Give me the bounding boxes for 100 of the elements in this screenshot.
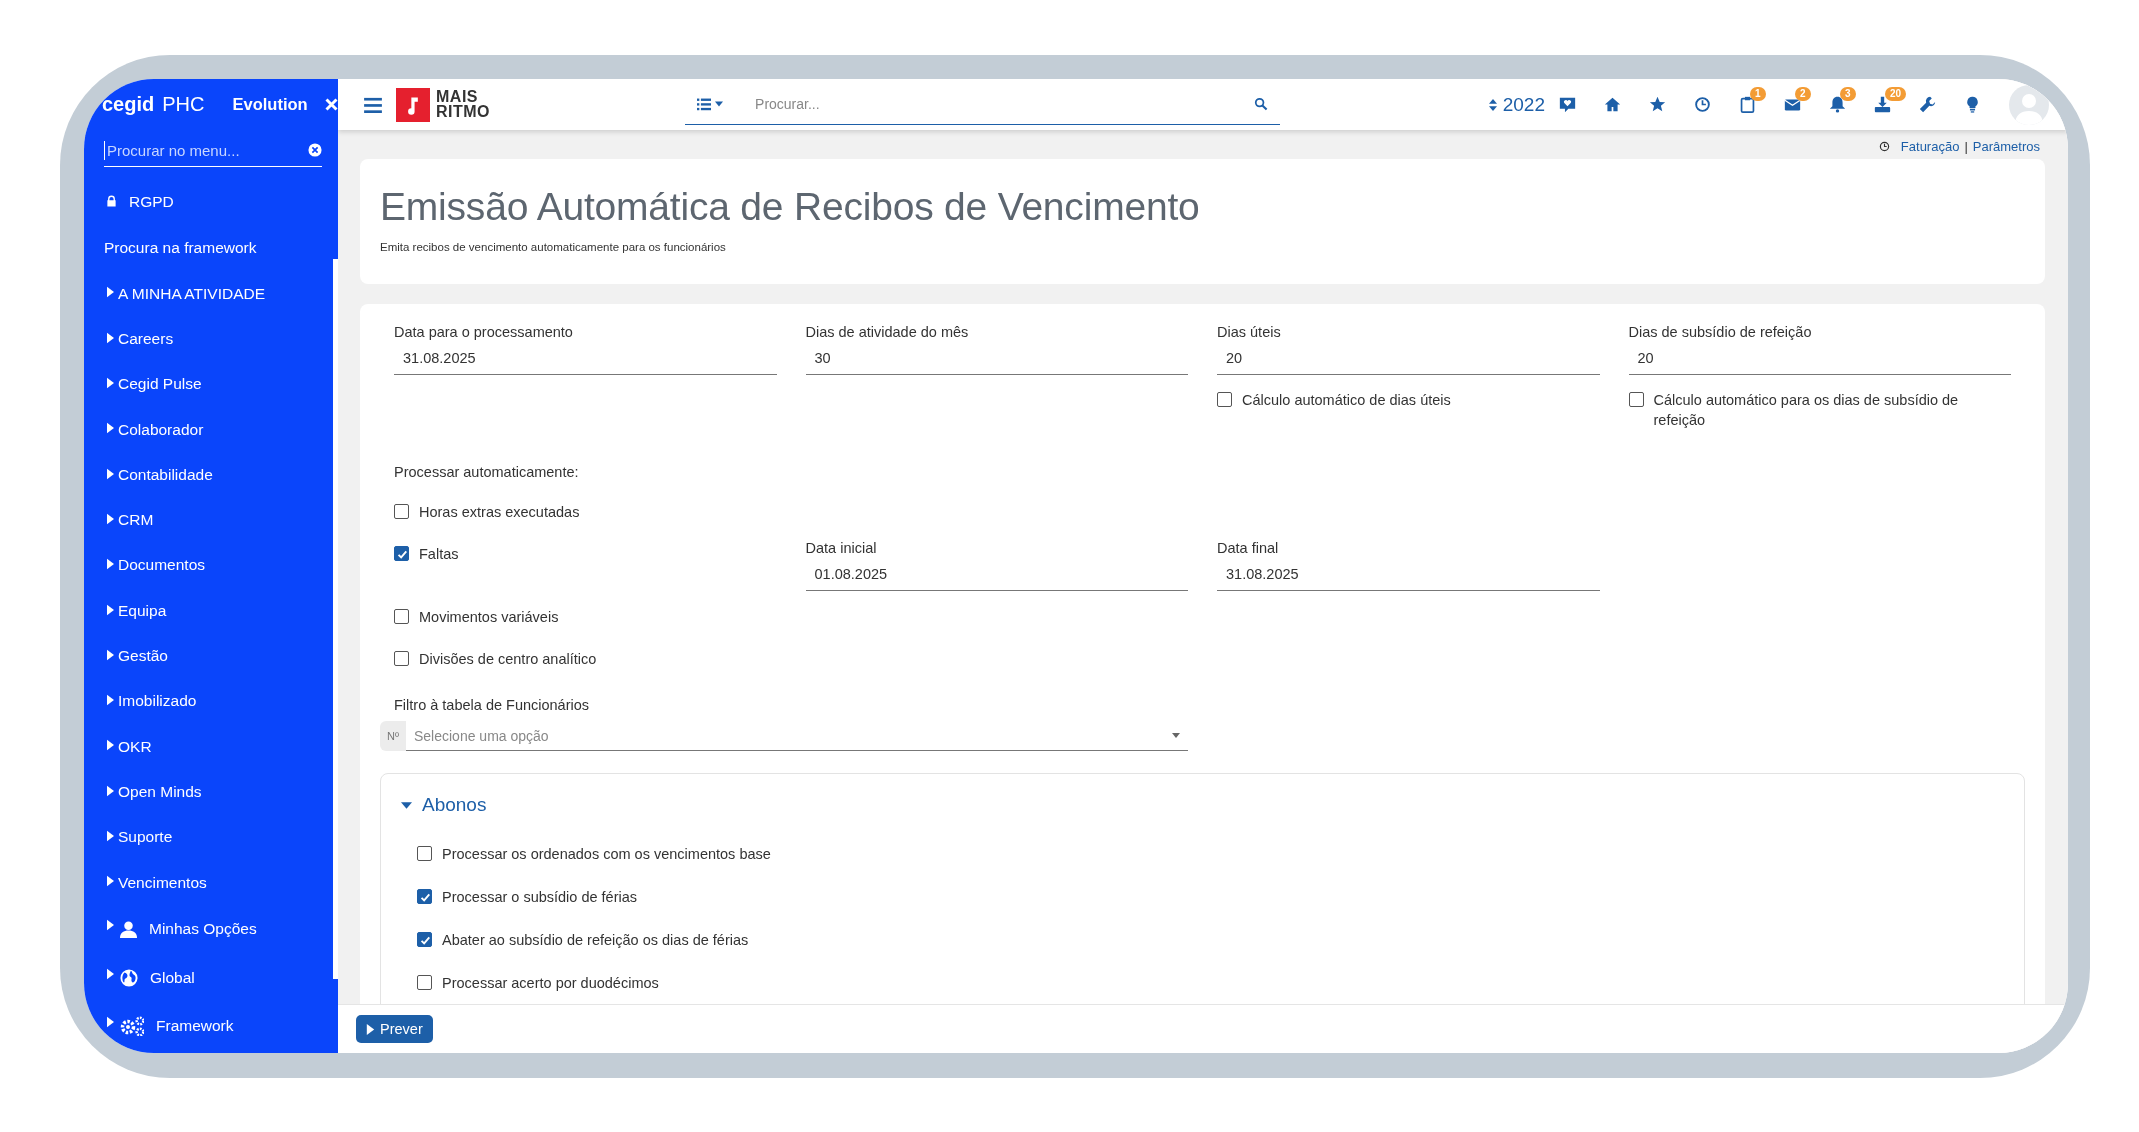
page-title: Emissão Automática de Recibos de Vencimento — [380, 185, 1201, 229]
caret-icon — [107, 694, 114, 707]
menu-item[interactable]: OKR — [118, 738, 152, 755]
caret-icon — [107, 286, 114, 299]
menu-icon — [364, 96, 382, 113]
menu-item[interactable]: Minhas Opções — [149, 921, 257, 937]
text-field[interactable]: 20 — [1217, 344, 1600, 375]
search-scope-dropdown[interactable] — [697, 97, 724, 111]
menu-item[interactable]: A MINHA ATIVIDADE — [118, 285, 265, 302]
select-field[interactable]: Selecione uma opção — [405, 721, 1188, 751]
music-note-icon — [406, 94, 420, 115]
menu-item[interactable]: Equipa — [118, 602, 167, 619]
number-prefix: Nº — [380, 721, 406, 751]
caret-icon — [107, 648, 114, 661]
checkbox-label: Cálculo automático para os dias de subsídio de refeição — [1653, 391, 1960, 430]
play-icon — [366, 1023, 375, 1035]
preview-button[interactable]: Prever — [356, 1015, 433, 1043]
brand-name: cegid — [102, 93, 155, 116]
checkbox[interactable] — [394, 546, 409, 561]
checkbox[interactable] — [1217, 392, 1232, 407]
caret-icon — [107, 739, 114, 752]
breadcrumb-link[interactable]: Parâmetros — [1972, 139, 2040, 154]
menu-item[interactable]: Procura na framework — [104, 240, 257, 256]
menu-item[interactable]: Vencimentos — [118, 874, 207, 891]
list-icon — [697, 97, 712, 111]
panel-header[interactable]: Abonos — [401, 794, 487, 816]
breadcrumb-link[interactable]: Faturação — [1900, 139, 1960, 154]
caret-down-icon — [1171, 733, 1180, 738]
text-field[interactable]: 31.08.2025 — [394, 344, 777, 375]
wrench-icon — [1919, 96, 1936, 113]
caret-icon — [107, 331, 114, 344]
menu-item[interactable]: Framework — [156, 1018, 234, 1034]
lock-icon — [106, 195, 117, 208]
lightbulb-icon — [1964, 96, 1981, 113]
caret-icon — [107, 512, 114, 525]
search-icon — [1254, 97, 1269, 111]
menu-item[interactable]: Gestão — [118, 648, 168, 664]
menu-button[interactable] — [364, 96, 382, 113]
menu-item[interactable]: Cegid Pulse — [118, 376, 202, 392]
globe-icon — [120, 968, 138, 987]
notification-badge: 1 — [1750, 86, 1766, 101]
checkbox[interactable] — [417, 932, 432, 947]
checkbox-label: Faltas — [419, 545, 459, 564]
menu-item[interactable]: RGPD — [129, 193, 174, 209]
page-subtitle: Emita recibos de vencimento automaticamente para os funcionários — [380, 241, 727, 253]
checkbox[interactable] — [1628, 392, 1644, 407]
checkbox[interactable] — [394, 504, 409, 519]
field-label: Dias de subsídio de refeição — [1628, 324, 1813, 342]
caret-down-icon — [401, 801, 412, 809]
field-label: Data inicial — [805, 540, 878, 558]
menu-item[interactable]: Suporte — [118, 829, 173, 845]
caret-icon — [107, 558, 114, 571]
user-icon — [120, 920, 137, 938]
checkbox-label: Processar o subsídio de férias — [442, 888, 638, 907]
menu-item[interactable]: Colaborador — [118, 421, 204, 438]
mail-icon — [1784, 96, 1801, 113]
text-field[interactable]: 20 — [1628, 344, 2011, 375]
menu-search-input[interactable]: Procurar no menu... — [104, 140, 308, 160]
home-icon — [1604, 96, 1621, 113]
menu-item[interactable]: Open Minds — [118, 783, 202, 800]
field-label: Dias úteis — [1217, 324, 1282, 342]
bell-icon — [1829, 96, 1846, 113]
checkbox[interactable] — [394, 609, 409, 624]
close-button[interactable] — [323, 97, 338, 112]
section-label: Processar automaticamente: — [394, 464, 580, 480]
menu-item[interactable]: Contabilidade — [118, 466, 213, 483]
checkbox-label: Cálculo automático de dias úteis — [1242, 391, 1451, 410]
caret-icon — [107, 967, 114, 980]
breadcrumb-separator: | — [1964, 139, 1968, 154]
checkbox[interactable] — [417, 846, 432, 861]
field-label: Dias de atividade do mês — [805, 324, 970, 342]
text-field[interactable]: 30 — [805, 344, 1188, 375]
gears-icon — [120, 1016, 144, 1037]
menu-item[interactable]: CRM — [118, 512, 154, 528]
clear-icon[interactable] — [308, 143, 322, 157]
field-label: Data final — [1217, 540, 1280, 558]
field-label: Data para o processamento — [394, 324, 574, 342]
caret-icon — [107, 919, 114, 932]
menu-item[interactable]: Careers — [118, 331, 174, 347]
caret-down-icon — [715, 101, 724, 107]
date-field[interactable]: 01.08.2025 — [805, 560, 1188, 591]
scrollbar[interactable] — [333, 259, 338, 979]
caret-icon — [107, 784, 114, 797]
checkbox[interactable] — [417, 975, 432, 990]
caret-icon — [107, 377, 114, 390]
caret-icon — [107, 830, 114, 842]
caret-icon — [107, 1016, 114, 1029]
year-selector[interactable]: 2022 — [1488, 93, 1545, 116]
app-logo[interactable]: MAIS RITMO — [396, 87, 491, 122]
checkbox-label: Horas extras executadas — [419, 503, 580, 522]
notification-badge: 3 — [1840, 86, 1856, 101]
edition-label: Evolution — [232, 95, 308, 114]
menu-item[interactable]: Global — [150, 969, 195, 986]
product-name: PHC — [162, 93, 205, 116]
date-field[interactable]: 31.08.2025 — [1217, 560, 1600, 591]
checkbox[interactable] — [417, 889, 432, 904]
download-tray-icon — [1874, 96, 1891, 113]
menu-item[interactable]: Imobilizado — [118, 693, 197, 709]
checkbox[interactable] — [394, 651, 409, 666]
menu-item[interactable]: Documentos — [118, 557, 205, 573]
